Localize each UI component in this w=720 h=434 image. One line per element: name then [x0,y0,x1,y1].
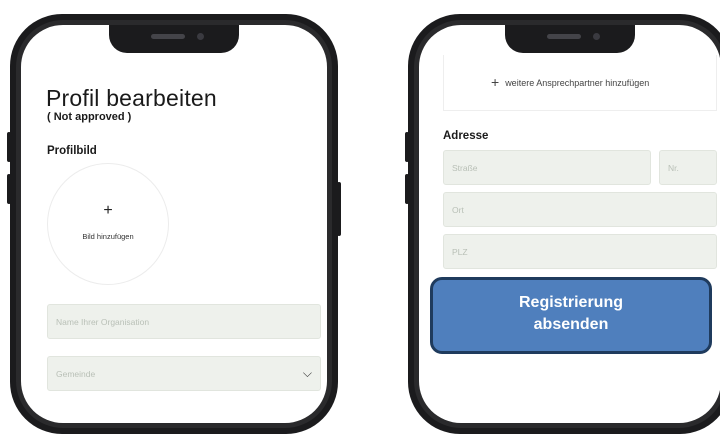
phone-bezel: Profil bearbeiten ( Not approved ) Profi… [16,20,332,428]
plus-icon: + [491,74,500,90]
phone-side-button [7,174,11,204]
phone-side-button [337,182,341,236]
speaker-grille [547,34,581,39]
zip-input[interactable] [443,234,717,269]
phone-notch [109,25,239,53]
submit-label-line2: absenden [533,316,609,333]
submit-label-line1: Registrierung [518,294,623,311]
city-input[interactable] [443,192,717,227]
camera-dot [197,33,204,40]
phone-frame-left: Profil bearbeiten ( Not approved ) Profi… [7,14,341,434]
organisation-name-input[interactable] [47,304,321,339]
plus-icon: + [103,202,113,219]
chevron-down-icon: ⌵ [302,366,312,380]
profile-image-label: Profilbild [47,145,97,157]
speaker-grille [151,34,185,39]
page-title: Profil bearbeiten [46,85,217,111]
phone-side-button [7,132,11,162]
add-profile-image-button[interactable]: + Bild hinzufügen [47,163,169,285]
camera-dot [593,33,600,40]
add-contact-label: weitere Ansprechpartner hinzufügen [505,78,650,88]
address-label: Adresse [443,130,489,142]
phone-notch [505,25,635,53]
phone-screen-left: Profil bearbeiten ( Not approved ) Profi… [21,25,327,423]
add-image-label: Bild hinzufügen [82,232,134,241]
add-contact-link[interactable]: + weitere Ansprechpartner hinzufügen [491,73,650,90]
house-number-input[interactable] [659,150,717,185]
submit-registration-button[interactable]: Registrierung absenden [430,277,712,354]
phone-screen-right: + weitere Ansprechpartner hinzufügen Adre… [419,25,720,423]
phone-bezel: + weitere Ansprechpartner hinzufügen Adre… [414,20,720,428]
approval-status: ( Not approved ) [47,111,132,123]
phone-side-button [405,174,409,204]
phone-side-button [405,132,409,162]
municipality-select[interactable]: Gemeinde ⌵ [47,356,321,391]
municipality-placeholder: Gemeinde [56,368,96,379]
street-input[interactable] [443,150,651,185]
phone-frame-right: + weitere Ansprechpartner hinzufügen Adre… [405,14,720,434]
